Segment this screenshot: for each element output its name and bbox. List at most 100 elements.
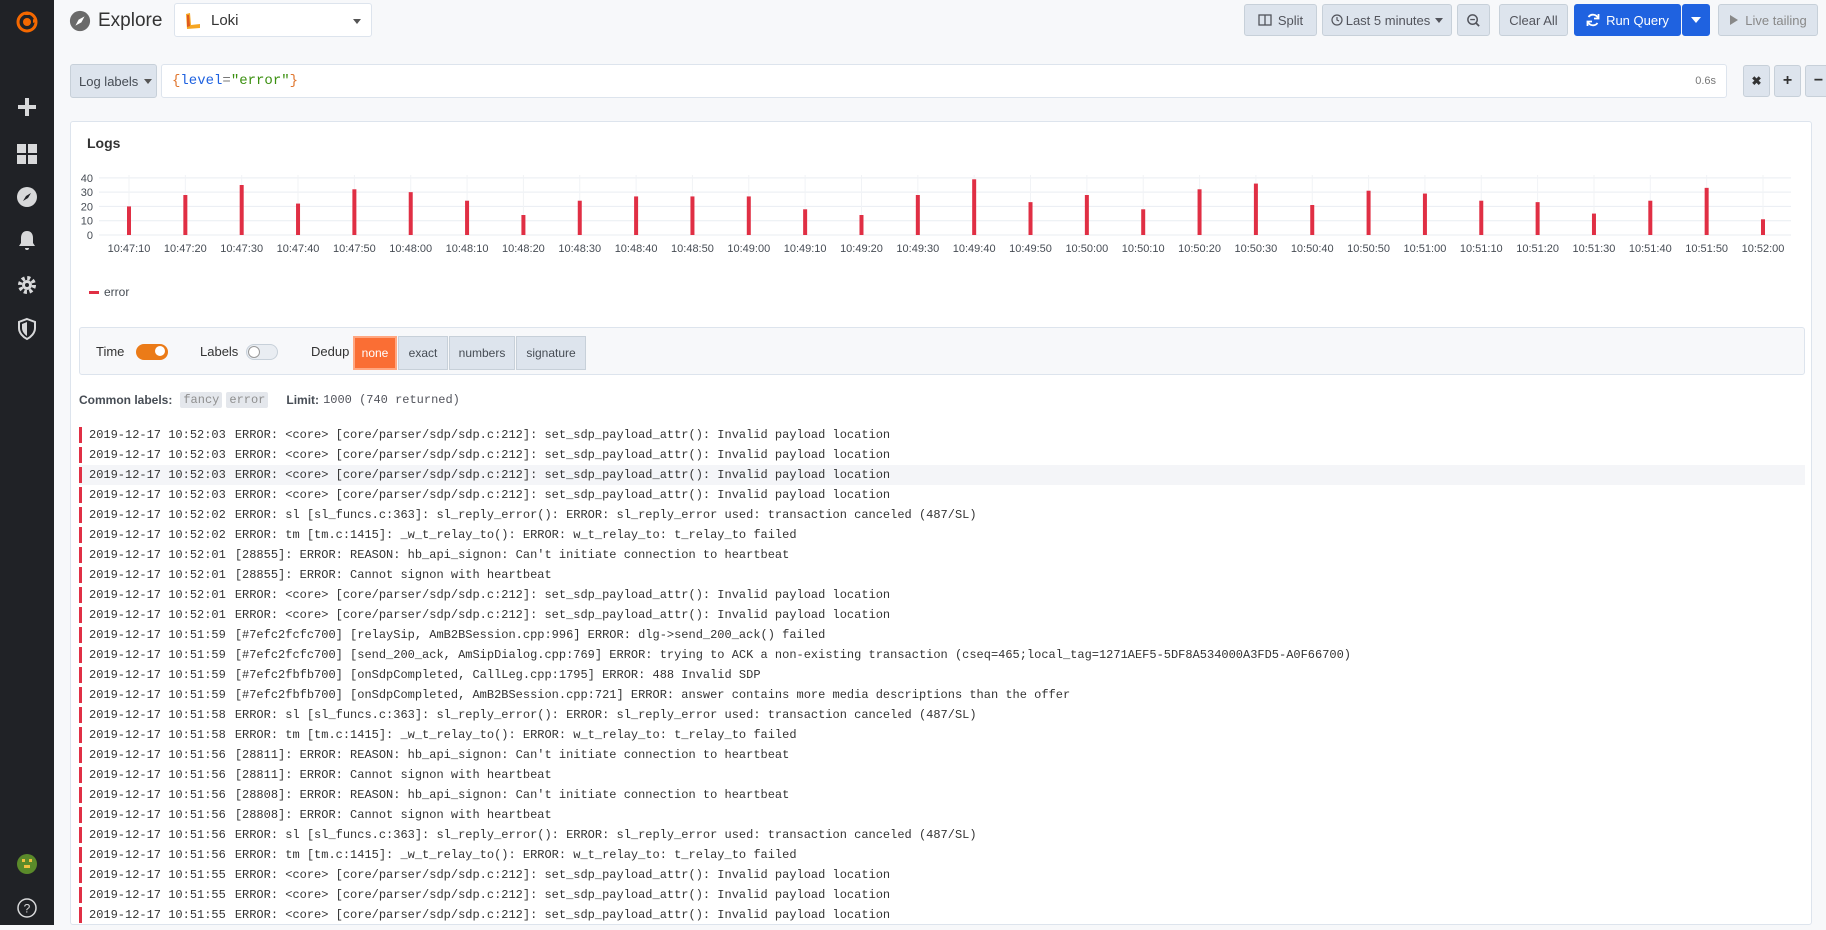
bar[interactable]	[465, 200, 470, 235]
log-row[interactable]: 2019-12-17 10:51:59 [#7efc2fcfc700] [rela…	[79, 625, 1805, 645]
gear-icon[interactable]	[0, 263, 54, 307]
bar[interactable]	[577, 200, 582, 235]
log-row[interactable]: 2019-12-17 10:51:55 ERROR: <core> [core/p…	[79, 885, 1805, 905]
bar[interactable]	[803, 209, 808, 235]
log-labels-button[interactable]: Log labels	[70, 64, 157, 98]
bar[interactable]	[296, 203, 301, 235]
add-query-button[interactable]: +	[1774, 65, 1801, 97]
log-row[interactable]: 2019-12-17 10:51:56 [28808]: ERROR: REASO…	[79, 785, 1805, 805]
dashboards-icon[interactable]	[0, 132, 54, 176]
label-chip[interactable]: error	[226, 392, 269, 408]
x-tick-label: 10:50:40	[1291, 243, 1334, 255]
dedup-exact-button[interactable]: exact	[398, 336, 448, 370]
log-row[interactable]: 2019-12-17 10:51:55 ERROR: <core> [core/p…	[79, 865, 1805, 885]
bar[interactable]	[1761, 219, 1765, 235]
bar[interactable]	[1479, 200, 1484, 235]
bar[interactable]	[859, 215, 864, 235]
log-row[interactable]: 2019-12-17 10:51:55 ERROR: <core> [core/p…	[79, 905, 1805, 924]
bar[interactable]	[634, 196, 639, 235]
bar[interactable]	[521, 215, 526, 235]
explore-icon[interactable]	[0, 175, 54, 219]
log-row[interactable]: 2019-12-17 10:51:58 ERROR: sl [sl_funcs.c…	[79, 705, 1805, 725]
remove-row-button[interactable]: −	[1805, 65, 1826, 97]
run-query-button[interactable]: Run Query	[1574, 4, 1681, 36]
dedup-numbers-button[interactable]: numbers	[449, 336, 515, 370]
plus-icon: +	[1782, 72, 1793, 89]
minus-icon: −	[1813, 72, 1824, 89]
log-row[interactable]: 2019-12-17 10:52:01 [28855]: ERROR: Canno…	[79, 565, 1805, 585]
remove-query-button[interactable]: ✖	[1743, 65, 1770, 97]
log-timestamp: 2019-12-17 10:51:59	[89, 628, 226, 642]
bar[interactable]	[408, 192, 413, 235]
bar[interactable]	[1535, 202, 1540, 235]
log-row[interactable]: 2019-12-17 10:52:02 ERROR: tm [tm.c:1415]…	[79, 525, 1805, 545]
split-button[interactable]: Split	[1244, 4, 1317, 36]
dedup-none-button[interactable]: none	[353, 336, 397, 370]
help-icon[interactable]: ?	[0, 886, 54, 930]
avatar[interactable]	[0, 842, 54, 886]
bar[interactable]	[690, 196, 695, 235]
bar[interactable]	[1648, 200, 1653, 235]
bar[interactable]	[1310, 205, 1315, 235]
log-row[interactable]: 2019-12-17 10:51:56 ERROR: sl [sl_funcs.c…	[79, 825, 1805, 845]
shield-icon[interactable]	[0, 307, 54, 351]
bar[interactable]	[915, 195, 920, 235]
bar[interactable]	[1366, 190, 1371, 235]
zoom-out-button[interactable]	[1457, 4, 1490, 36]
log-row[interactable]: 2019-12-17 10:51:56 [28811]: ERROR: REASO…	[79, 745, 1805, 765]
bar[interactable]	[239, 185, 244, 235]
sidebar: ?	[0, 0, 54, 925]
live-tailing-label: Live tailing	[1745, 12, 1807, 28]
log-row[interactable]: 2019-12-17 10:52:03 ERROR: <core> [core/p…	[79, 445, 1805, 465]
bar[interactable]	[972, 179, 977, 235]
chart-legend[interactable]: error	[89, 285, 129, 299]
bar[interactable]	[1141, 209, 1146, 235]
labels-toggle[interactable]	[246, 344, 278, 360]
label-chip[interactable]: fancy	[180, 392, 223, 408]
log-row[interactable]: 2019-12-17 10:52:02 ERROR: sl [sl_funcs.c…	[79, 505, 1805, 525]
log-timestamp: 2019-12-17 10:51:55	[89, 888, 226, 902]
bar[interactable]	[352, 189, 357, 235]
bar[interactable]	[1422, 193, 1427, 235]
bar[interactable]	[1197, 189, 1202, 235]
log-row[interactable]: 2019-12-17 10:51:59 [#7efc2fcfc700] [send…	[79, 645, 1805, 665]
log-row[interactable]: 2019-12-17 10:51:56 ERROR: tm [tm.c:1415]…	[79, 845, 1805, 865]
page-title: Explore	[98, 10, 163, 31]
log-row[interactable]: 2019-12-17 10:52:01 ERROR: <core> [core/p…	[79, 605, 1805, 625]
log-row[interactable]: 2019-12-17 10:51:59 [#7efc2fbfb700] [onSd…	[79, 685, 1805, 705]
log-message: ERROR: <core> [core/parser/sdp/sdp.c:212…	[234, 908, 891, 922]
plus-icon[interactable]	[0, 85, 54, 129]
time-range-label: Last 5 minutes	[1345, 12, 1431, 28]
log-row[interactable]: 2019-12-17 10:52:03 ERROR: <core> [core/p…	[79, 465, 1805, 485]
run-query-options-button[interactable]	[1682, 4, 1710, 36]
bar[interactable]	[1253, 183, 1258, 235]
bar[interactable]	[183, 195, 188, 235]
bell-icon[interactable]	[0, 219, 54, 263]
time-range-picker[interactable]: Last 5 minutes	[1322, 4, 1452, 36]
log-row[interactable]: 2019-12-17 10:52:03 ERROR: <core> [core/p…	[79, 425, 1805, 445]
log-message: ERROR: sl [sl_funcs.c:363]: sl_reply_err…	[234, 508, 977, 522]
live-tailing-button[interactable]: Live tailing	[1718, 4, 1818, 36]
x-tick-label: 10:48:20	[502, 243, 545, 255]
log-row[interactable]: 2019-12-17 10:52:03 ERROR: <core> [core/p…	[79, 485, 1805, 505]
bar[interactable]	[1704, 187, 1709, 235]
datasource-picker[interactable]: Loki	[174, 3, 372, 37]
query-input[interactable]: {level="error"} 0.6s	[161, 64, 1727, 98]
dedup-signature-button[interactable]: signature	[516, 336, 586, 370]
log-row[interactable]: 2019-12-17 10:51:56 [28808]: ERROR: Canno…	[79, 805, 1805, 825]
time-toggle[interactable]	[136, 344, 168, 360]
bar[interactable]	[1028, 202, 1033, 235]
log-row[interactable]: 2019-12-17 10:52:01 ERROR: <core> [core/p…	[79, 585, 1805, 605]
log-row[interactable]: 2019-12-17 10:51:59 [#7efc2fbfb700] [onSd…	[79, 665, 1805, 685]
clear-all-button[interactable]: Clear All	[1499, 4, 1568, 36]
bar[interactable]	[1084, 195, 1089, 235]
grafana-logo-icon[interactable]	[0, 0, 54, 44]
x-tick-label: 10:50:20	[1178, 243, 1221, 255]
log-row[interactable]: 2019-12-17 10:51:58 ERROR: tm [tm.c:1415]…	[79, 725, 1805, 745]
bar[interactable]	[746, 196, 751, 235]
log-row[interactable]: 2019-12-17 10:51:56 [28811]: ERROR: Canno…	[79, 765, 1805, 785]
log-message: ERROR: <core> [core/parser/sdp/sdp.c:212…	[234, 868, 891, 882]
bar[interactable]	[127, 206, 131, 235]
bar[interactable]	[1591, 213, 1596, 235]
log-row[interactable]: 2019-12-17 10:52:01 [28855]: ERROR: REASO…	[79, 545, 1805, 565]
